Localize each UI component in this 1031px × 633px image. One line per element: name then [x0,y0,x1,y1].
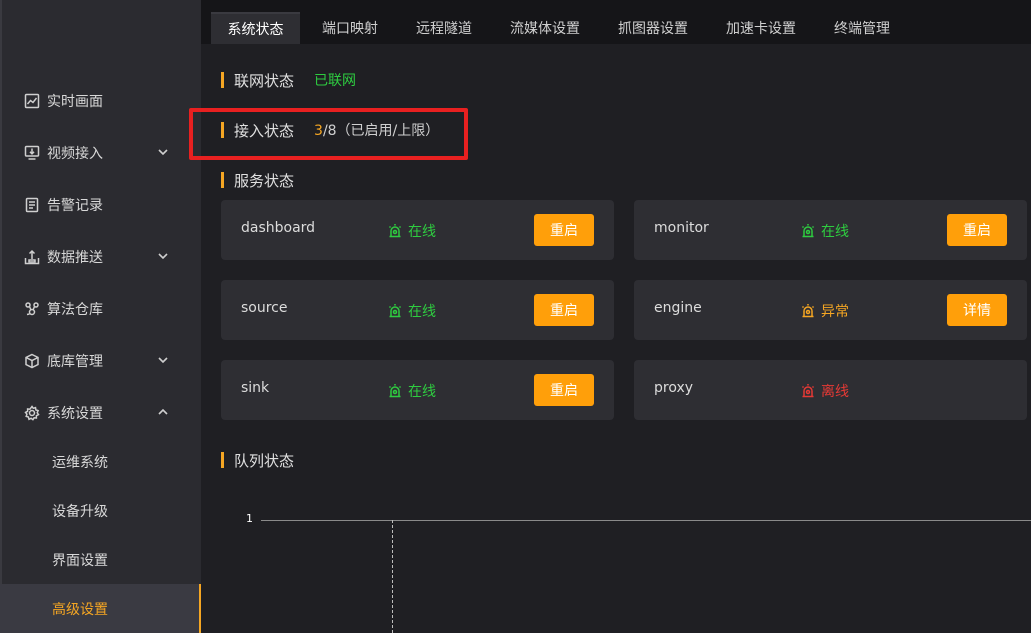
section-marker [221,72,224,88]
alarm-light-icon [801,224,815,238]
sidebar-subitem-device-upgrade[interactable]: 设备升级 [0,486,201,535]
service-status-text: 在线 [821,224,849,240]
service-name: proxy [654,380,694,396]
tab-accelerator-settings[interactable]: 加速卡设置 [713,12,809,44]
sidebar-item-label: 系统设置 [47,406,103,422]
service-card-sink: sink 在线 重启 [221,360,614,420]
sidebar-item-alarm-records[interactable]: 告警记录 [0,179,201,231]
service-name: engine [654,300,702,316]
monitor-download-icon [24,145,40,161]
sidebar-item-library-management[interactable]: 底库管理 [0,335,201,387]
queue-status-title: 队列状态 [221,450,294,470]
service-name: sink [241,380,270,396]
service-card-source: source 在线 重启 [221,280,614,340]
network-status-label: 联网状态 [234,71,295,90]
service-status: 在线 [800,221,849,241]
sidebar-item-data-push[interactable]: 数据推送 [0,231,201,283]
service-status: 离线 [800,381,849,401]
chevron-down-icon [157,250,169,262]
tab-bar: 系统状态 端口映射 远程隧道 流媒体设置 抓图器设置 加速卡设置 终端管理 [201,0,1031,44]
details-button[interactable]: 详情 [947,294,1007,326]
service-status-title: 服务状态 [221,170,294,190]
service-card-engine: engine 异常 详情 [634,280,1027,340]
sidebar-item-label: 实时画面 [47,94,103,110]
section-marker [221,172,224,188]
alarm-light-icon [388,384,402,398]
service-card-monitor: monitor 在线 重启 [634,200,1027,260]
sidebar-item-label: 视频接入 [47,146,103,162]
service-name: monitor [654,220,709,236]
tab-system-status[interactable]: 系统状态 [211,12,300,44]
alarm-light-icon [801,304,815,318]
service-status-label: 服务状态 [234,171,295,190]
service-status-text: 在线 [408,224,436,240]
service-name: source [241,300,288,316]
chart-axis-pointer [392,520,393,633]
chevron-up-icon [157,406,169,418]
sidebar-item-label: 底库管理 [47,354,103,370]
cube-icon [24,353,40,369]
sidebar-item-label: 算法仓库 [47,302,103,318]
restart-button[interactable]: 重启 [534,214,594,246]
sidebar-item-label: 告警记录 [47,198,103,214]
tab-port-mapping[interactable]: 端口映射 [309,12,391,44]
service-name: dashboard [241,220,316,236]
main-content: 系统状态 端口映射 远程隧道 流媒体设置 抓图器设置 加速卡设置 终端管理 联网… [189,0,1031,633]
alarm-light-icon [388,304,402,318]
service-status: 在线 [387,381,436,401]
alarm-light-icon [388,224,402,238]
sidebar-item-live-view[interactable]: 实时画面 [0,75,201,127]
chevron-down-icon [157,354,169,366]
service-status-text: 异常 [821,304,849,320]
service-status: 在线 [387,221,436,241]
sidebar-subitem-advanced-settings[interactable]: 高级设置 [0,584,201,633]
network-status-row: 联网状态 已联网 [221,70,356,90]
service-status: 异常 [800,301,849,321]
sidebar-item-algorithm-store[interactable]: 算法仓库 [0,283,201,335]
sidebar: 实时画面 视频接入 告警记录 数据推送 算法仓库 底库管理 系统设置 运维系统 … [0,0,201,633]
chart-line-icon [24,93,40,109]
sidebar-subitem-ui-settings[interactable]: 界面设置 [0,535,201,584]
restart-button[interactable]: 重启 [947,214,1007,246]
sidebar-item-label: 数据推送 [47,250,103,266]
restart-button[interactable]: 重启 [534,374,594,406]
tab-remote-tunnel[interactable]: 远程隧道 [403,12,485,44]
restart-button[interactable]: 重启 [534,294,594,326]
y-tick-label: 1 [246,512,253,525]
sidebar-item-system-settings[interactable]: 系统设置 [0,387,201,439]
algorithm-icon [24,301,40,317]
tab-terminal-management[interactable]: 终端管理 [821,12,903,44]
document-list-icon [24,197,40,213]
highlight-box [189,108,468,160]
service-status-text: 离线 [821,384,849,400]
tab-streaming-settings[interactable]: 流媒体设置 [497,12,593,44]
service-status-text: 在线 [408,384,436,400]
sidebar-subitem-ops-system[interactable]: 运维系统 [0,437,201,486]
queue-status-label: 队列状态 [234,451,295,470]
service-card-dashboard: dashboard 在线 重启 [221,200,614,260]
gear-icon [24,405,40,421]
service-card-proxy: proxy 离线 [634,360,1027,420]
network-status-value: 已联网 [314,73,357,89]
service-status-text: 在线 [408,304,436,320]
upload-tray-icon [24,249,40,265]
sidebar-item-video-access[interactable]: 视频接入 [0,127,201,179]
chart-gridline [261,520,1031,521]
section-marker [221,452,224,468]
alarm-light-icon [801,384,815,398]
service-status: 在线 [387,301,436,321]
chevron-down-icon [157,146,169,158]
queue-chart: 1 [241,506,1031,633]
tab-capturer-settings[interactable]: 抓图器设置 [605,12,701,44]
